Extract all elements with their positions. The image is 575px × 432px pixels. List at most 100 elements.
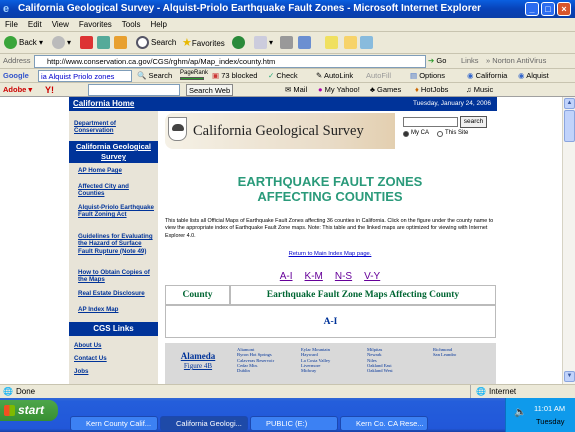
options-button[interactable]: ▤ Options [410,70,445,82]
scroll-down-arrow-icon[interactable]: ▼ [564,371,575,382]
back-button[interactable]: Back ▾ [4,35,43,51]
messenger-button[interactable] [344,35,359,51]
radio-this-site[interactable] [437,131,443,137]
scroll-up-arrow-icon[interactable]: ▲ [564,98,575,109]
county-link-alameda[interactable]: Alameda [169,351,227,361]
map-list-column-4: Richmond San Leandro [433,347,456,358]
menu-help[interactable]: Help [145,18,171,32]
google-logo[interactable]: Google [3,70,29,82]
yahoo-logo[interactable]: Y! [45,84,54,96]
sidebar-item-copies[interactable]: How to Obtain Copies of the Maps [78,269,154,284]
highlight-california[interactable]: ◉ California [467,70,507,82]
window-title-bar[interactable]: California Geological Survey - Alquist-P… [0,0,575,18]
pagerank-indicator: PageRank [180,70,208,82]
speaker-icon[interactable]: 🔈 [514,407,526,418]
home-icon [114,36,127,50]
discuss-button[interactable] [325,35,340,51]
map-link[interactable]: Dublin [237,368,274,373]
close-button[interactable]: × [557,2,571,16]
sidebar-item-affected[interactable]: Affected City and Counties [78,183,154,198]
date-bar: Tuesday, January 24, 2006 [158,97,497,111]
stop-button[interactable] [80,35,95,51]
page-viewport[interactable]: California Home Department of Conservati… [0,97,562,384]
maximize-button[interactable]: □ [541,2,555,16]
my-yahoo-link[interactable]: ● My Yahoo! [318,84,360,96]
site-search-button[interactable]: search [460,116,487,128]
figure-link-alameda[interactable]: Figure 4B [169,362,227,370]
task-california-geological[interactable]: California Geologi... [160,416,248,431]
letter-link-k-m[interactable]: K-M [305,271,323,282]
task-kern-county[interactable]: Kern County Calif... [70,416,158,431]
adobe-button[interactable]: Adobe ▾ [3,84,32,96]
music-link[interactable]: ♫ Music [466,84,493,96]
print-button[interactable] [280,35,295,51]
blocker-icon: ▣ [212,71,220,80]
letter-link-n-s[interactable]: N-S [335,271,352,282]
task-public-drive[interactable]: PUBLIC (E:) [250,416,338,431]
media-button[interactable] [232,35,247,51]
map-link[interactable]: San Leandro [433,352,456,357]
autolink-button[interactable]: ✎ AutoLink [316,70,353,82]
search-icon: 🔍 [137,71,147,80]
sidebar-jobs-link[interactable]: Jobs [74,368,156,375]
start-button[interactable]: start [0,400,58,421]
search-icon [136,36,149,50]
go-button[interactable]: ➔ Go [428,55,446,67]
sidebar-item-act[interactable]: Alquist-Priolo Earthquake Fault Zoning A… [78,204,154,219]
mail-link[interactable]: ✉ Mail [285,84,307,96]
folder-icon [344,36,357,50]
letter-link-v-y[interactable]: V-Y [364,271,380,282]
vertical-scrollbar[interactable]: ▲ ▼ [562,97,575,384]
menu-edit[interactable]: Edit [23,18,47,32]
map-link[interactable]: Oakland West [367,368,393,373]
refresh-button[interactable] [97,35,112,51]
sidebar-item-guidelines[interactable]: Guidelines for Evaluating the Hazard of … [78,233,154,255]
sidebar-cgs-link[interactable]: California Geological Survey [69,141,158,163]
spell-check-button[interactable]: ✓ Check [268,70,298,82]
google-search-input[interactable]: ia Alquist Priolo zones [38,70,132,82]
menu-favorites[interactable]: Favorites [74,18,117,32]
task-kern-co-research[interactable]: Kern Co. CA Rese... [340,416,428,431]
california-home-link[interactable]: California Home [69,97,158,111]
yahoo-search-input[interactable] [88,84,180,96]
edit-button[interactable] [298,35,313,51]
google-search-button[interactable]: 🔍 Search [137,70,172,82]
go-arrow-icon: ➔ [428,56,435,65]
sidebar-item-ap-home[interactable]: AP Home Page [78,167,154,174]
scrollbar-thumb[interactable] [564,110,575,142]
forward-button[interactable]: ▾ [52,35,71,51]
highlight-alquist[interactable]: ◉ Alquist [518,70,549,82]
map-link[interactable]: Midway [301,368,330,373]
minimize-button[interactable]: _ [525,2,539,16]
menu-view[interactable]: View [47,18,74,32]
table-header-county: County [165,285,230,305]
menu-tools[interactable]: Tools [117,18,146,32]
menu-file[interactable]: File [0,18,23,32]
links-button[interactable]: Links [461,55,479,67]
favorites-button[interactable]: ★Favorites [182,35,225,51]
mail-button[interactable]: ▾ [254,35,273,51]
site-search-input[interactable] [403,117,458,127]
sidebar-item-index-map[interactable]: AP Index Map [78,306,154,313]
clock-time[interactable]: 11:01 AM [534,404,565,413]
norton-button[interactable]: » Norton AntiVirus [486,55,546,67]
letter-link-a-i[interactable]: A-I [280,271,293,282]
games-link[interactable]: ♣ Games [370,84,401,96]
sidebar-contact-link[interactable]: Contact Us [74,355,156,362]
search-web-button[interactable]: Search Web [186,84,234,96]
hotjobs-link[interactable]: ♦ HotJobs [415,84,448,96]
search-button[interactable]: Search [136,35,176,51]
popup-blocker[interactable]: ▣ 73 blocked [212,70,257,82]
sidebar-about-link[interactable]: About Us [74,342,156,349]
address-input[interactable]: http://www.conservation.ca.gov/CGS/rghm/… [34,55,426,68]
star-icon: ★ [182,37,192,49]
autolink-icon: ✎ [316,71,323,80]
sidebar-item-disclosure[interactable]: Real Estate Disclosure [78,290,154,297]
return-link[interactable]: Return to Main Index Map page. [165,251,495,257]
research-button[interactable] [360,35,375,51]
map-link[interactable]: Byron Hot Springs [237,352,274,357]
home-button[interactable] [114,35,129,51]
radio-my-ca[interactable] [403,131,409,137]
autofill-button[interactable]: AutoFill [366,70,391,82]
sidebar-department-link[interactable]: Department of Conservation [74,120,156,135]
